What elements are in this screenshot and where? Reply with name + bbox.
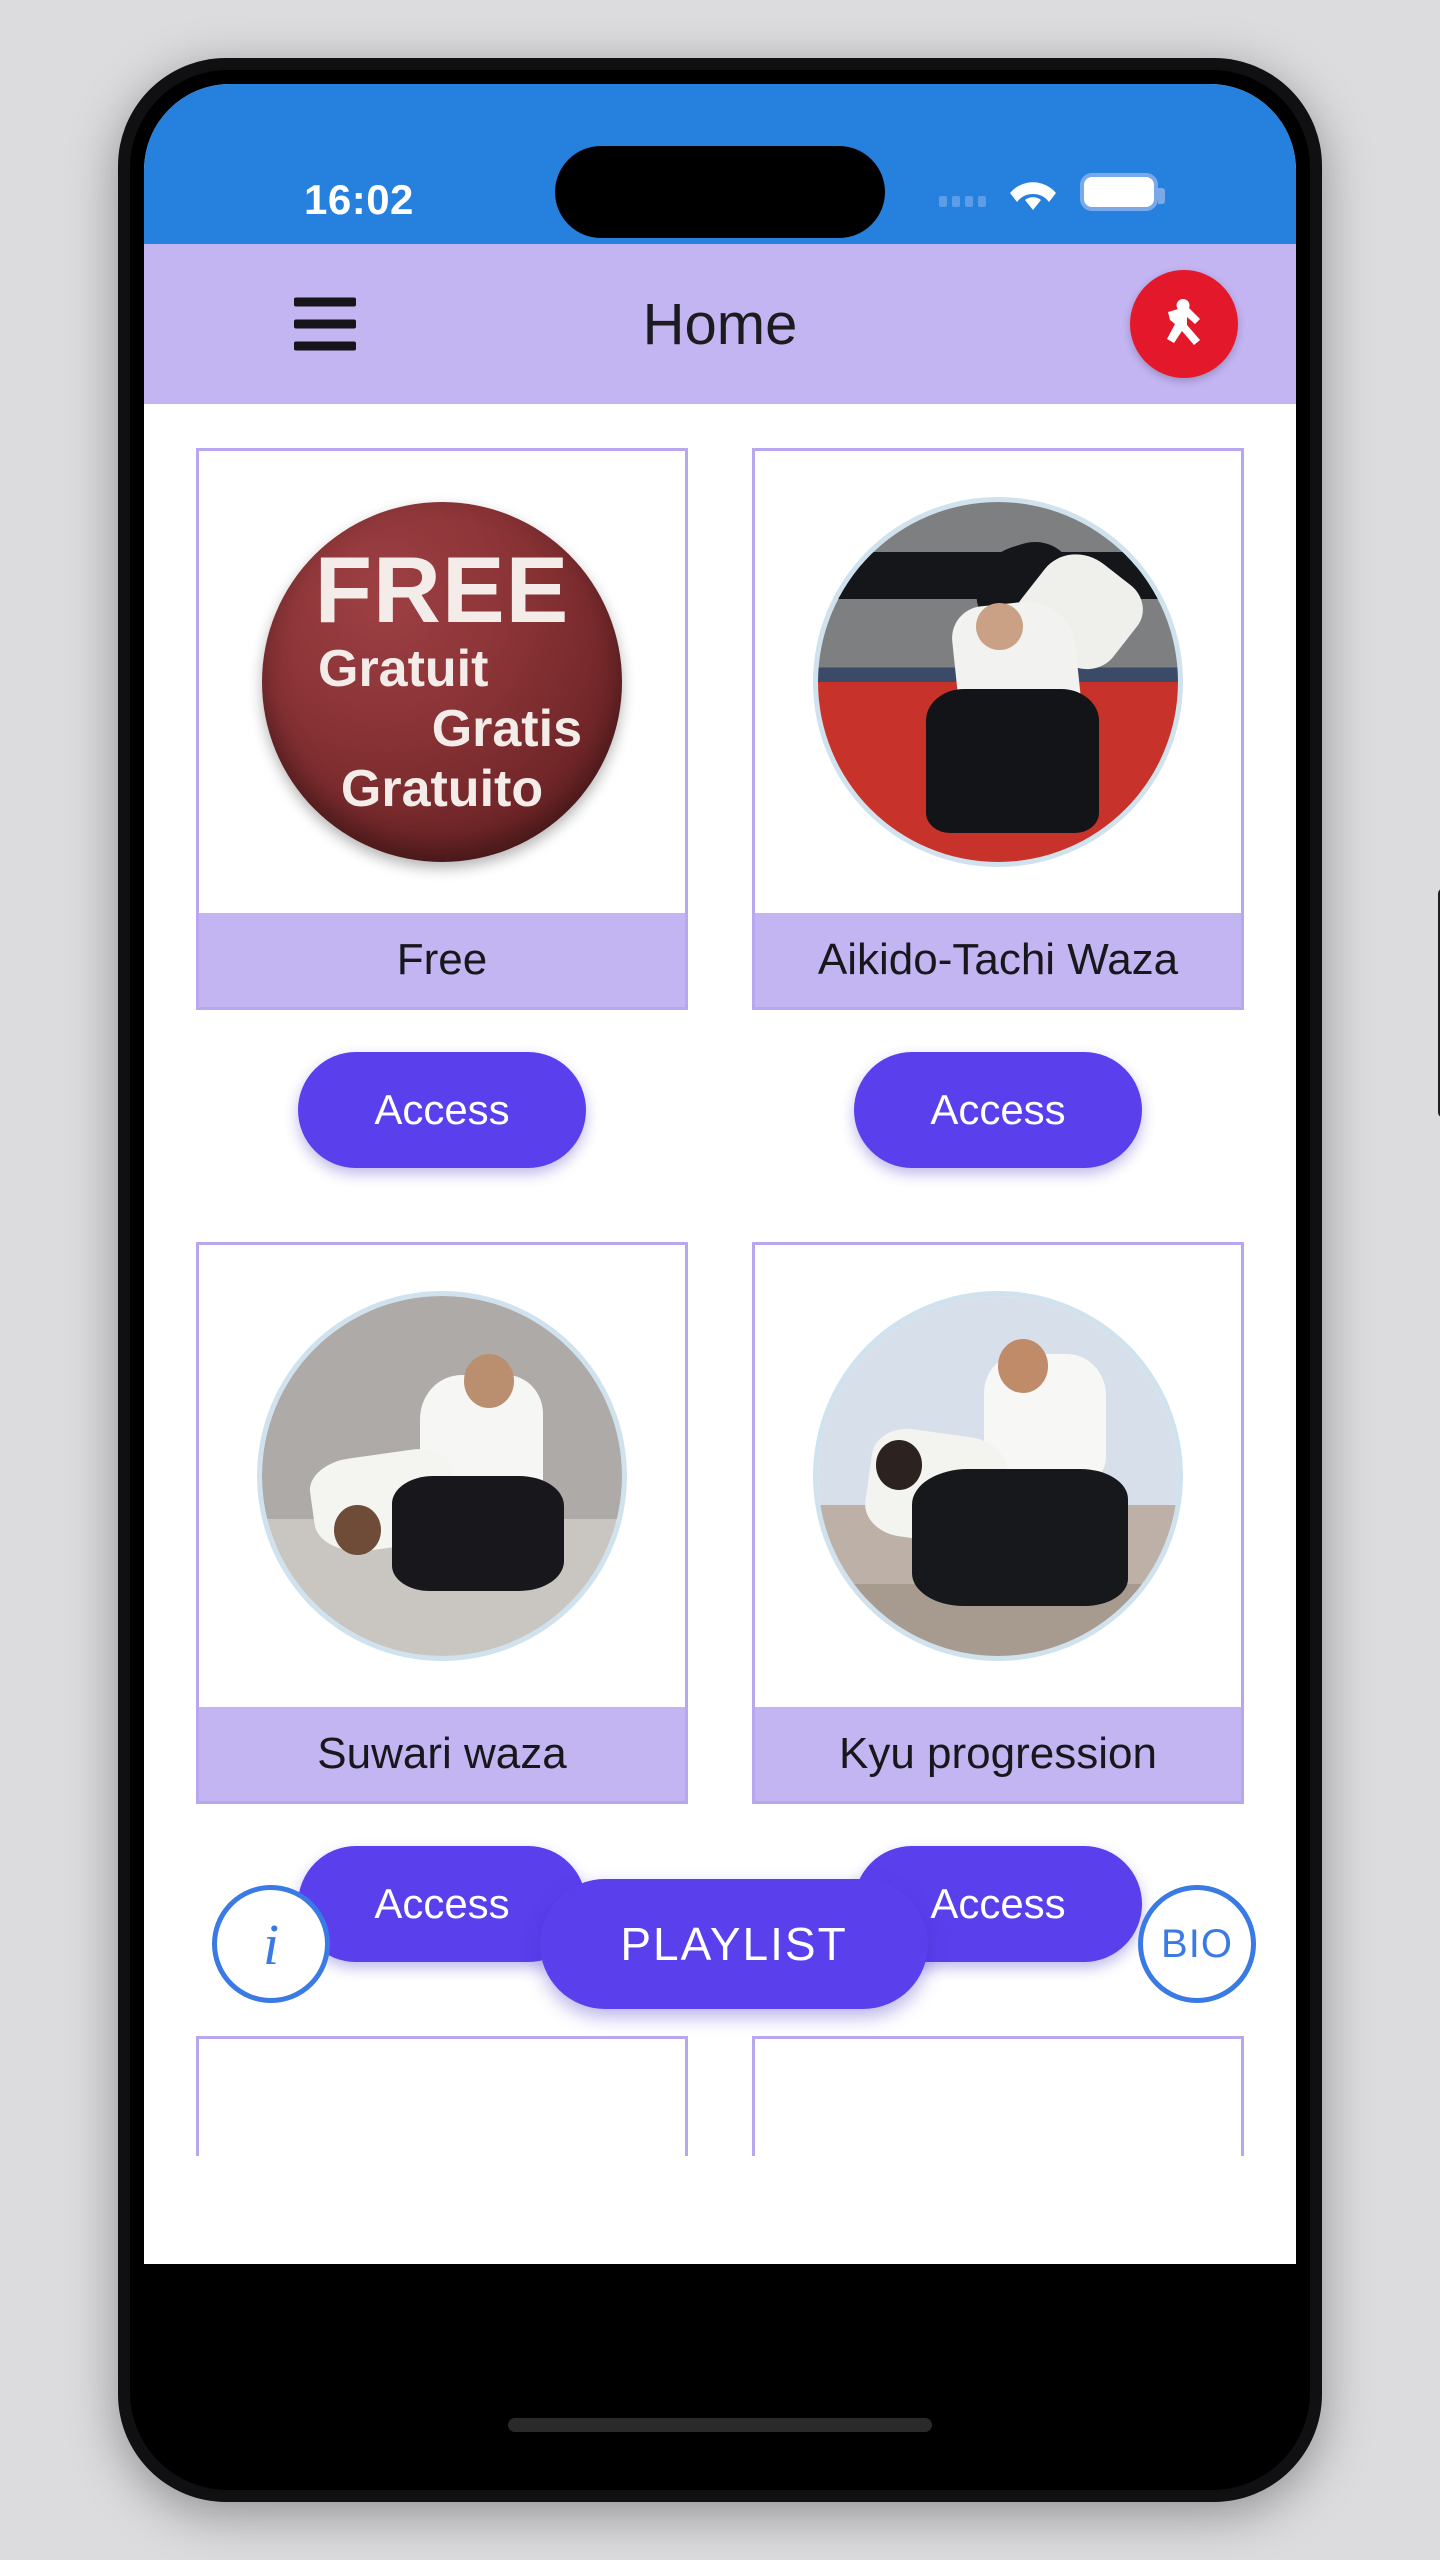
badge-line-1: FREE [314, 537, 570, 643]
access-button[interactable]: Access [298, 1052, 586, 1168]
card-title: Kyu progression [755, 1707, 1241, 1801]
badge-line-3: Gratis [431, 699, 582, 758]
home-indicator[interactable] [508, 2418, 932, 2432]
card-title: Aikido-Tachi Waza [755, 913, 1241, 1007]
card-container[interactable] [752, 2036, 1244, 2156]
course-card-aikido-tachi-waza: Aikido-Tachi Waza Access [752, 448, 1244, 1168]
course-card-kyu-progression: Kyu progression Access [752, 1242, 1244, 1962]
card-media [755, 451, 1241, 913]
kyu-progression-photo [818, 1296, 1178, 1656]
card-media: FREE Gratuit Gratis Gratuito [199, 451, 685, 913]
access-button[interactable]: Access [854, 1052, 1142, 1168]
aikido-figure-logo-icon[interactable] [1130, 270, 1238, 378]
hamburger-menu-icon[interactable] [294, 297, 356, 351]
course-card-suwari-waza: Suwari waza Access [196, 1242, 688, 1962]
info-button[interactable]: i [212, 1885, 330, 2003]
card-title: Suwari waza [199, 1707, 685, 1801]
signal-dots-icon [939, 177, 986, 207]
status-bar-indicators [939, 172, 1165, 212]
free-badge-icon: FREE Gratuit Gratis Gratuito [262, 502, 622, 862]
card-media [199, 1245, 685, 1707]
badge-line-2: Gratuit [318, 639, 489, 698]
playlist-button[interactable]: PLAYLIST [540, 1879, 928, 2009]
card-container[interactable]: FREE Gratuit Gratis Gratuito Free [196, 448, 688, 1010]
suwari-waza-photo [262, 1296, 622, 1656]
wifi-icon [1006, 172, 1060, 212]
battery-icon [1080, 173, 1165, 211]
status-bar: 16:02 [144, 84, 1296, 244]
card-container[interactable] [196, 2036, 688, 2156]
card-title: Free [199, 913, 685, 1007]
card-row-1: FREE Gratuit Gratis Gratuito Free Access [196, 448, 1244, 1168]
screenshot-stage: 16:02 Home FREE Gratuit Gratis Gratuito … [0, 0, 1440, 2560]
phone-bottom-area [144, 2264, 1296, 2476]
card-row-2: Suwari waza Access Kyu progression Acces… [196, 1242, 1244, 1962]
bio-button[interactable]: BIO [1138, 1885, 1256, 2003]
status-bar-clock: 16:02 [304, 176, 414, 223]
phone-screen: 16:02 Home FREE Gratuit Gratis Gratuito … [144, 84, 1296, 2264]
card-media [755, 1245, 1241, 1707]
tachi-waza-photo [818, 502, 1178, 862]
app-header: Home [144, 244, 1296, 404]
card-row-3-partial [196, 2036, 1244, 2156]
course-card-free: FREE Gratuit Gratis Gratuito Free Access [196, 448, 688, 1168]
phone-bezel: 16:02 Home FREE Gratuit Gratis Gratuito … [130, 70, 1310, 2490]
card-container[interactable]: Kyu progression [752, 1242, 1244, 1804]
card-container[interactable]: Suwari waza [196, 1242, 688, 1804]
badge-line-4: Gratuito [340, 759, 544, 818]
phone-frame: 16:02 Home FREE Gratuit Gratis Gratuito … [118, 58, 1440, 2502]
card-container[interactable]: Aikido-Tachi Waza [752, 448, 1244, 1010]
row-spacer [196, 1168, 1244, 1242]
dynamic-island [555, 146, 885, 238]
